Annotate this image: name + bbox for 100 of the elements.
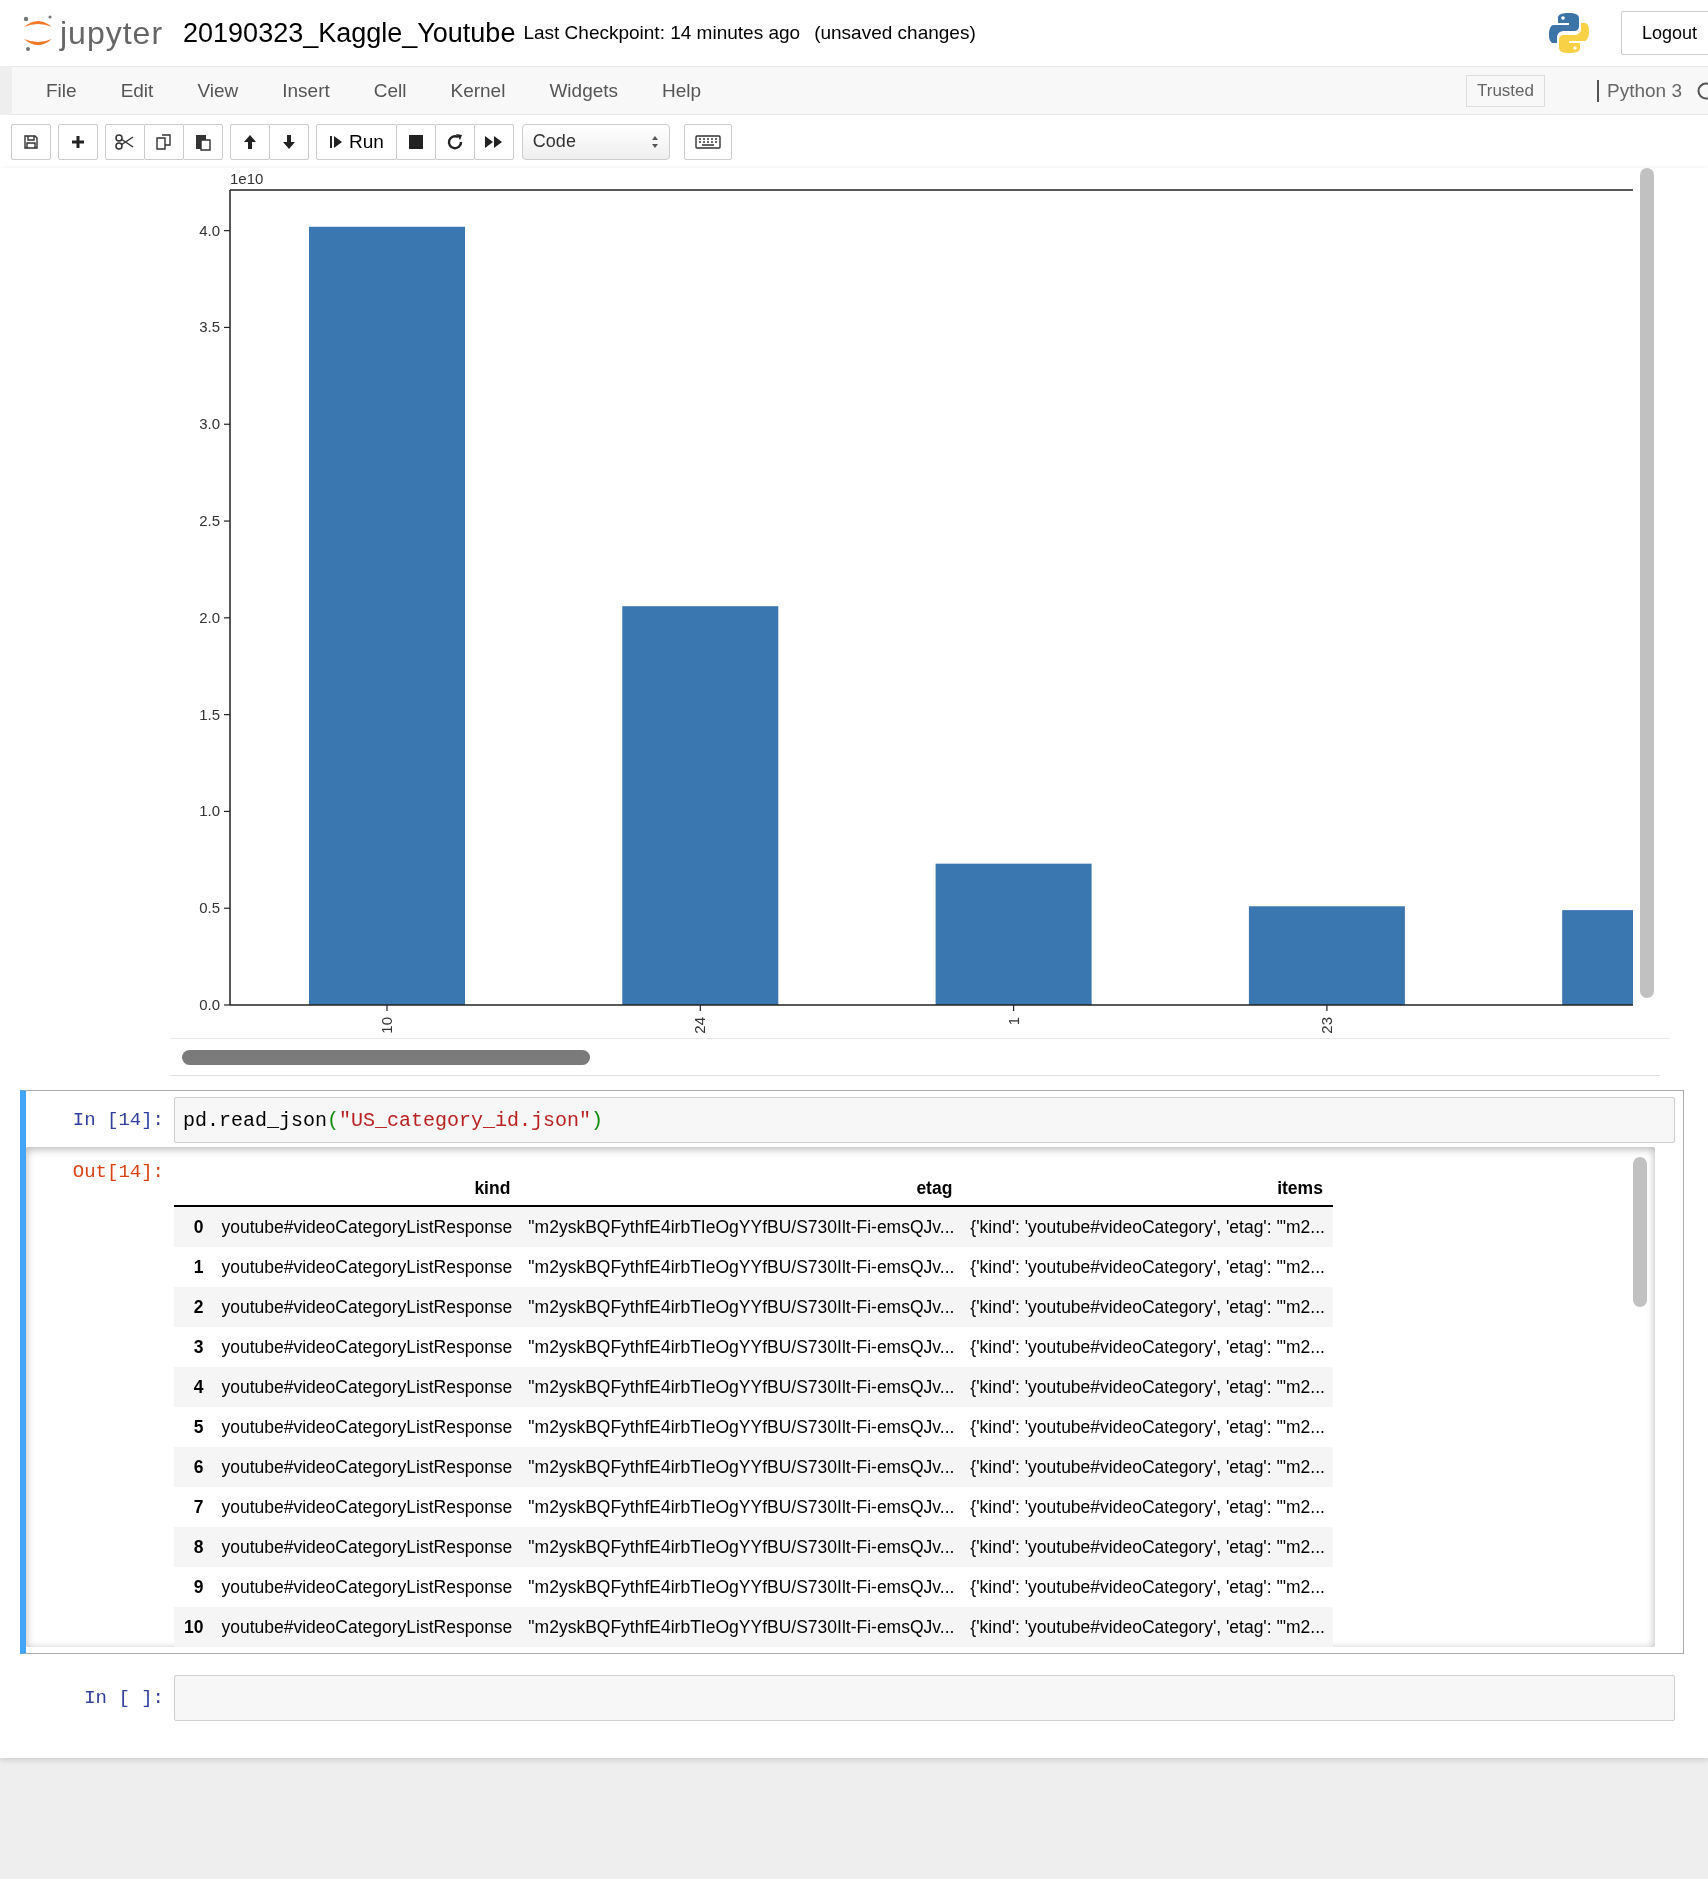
run-button[interactable]: Run <box>316 123 397 160</box>
table-cell: youtube#videoCategoryListResponse <box>213 1407 521 1447</box>
save-status: (unsaved changes) <box>814 22 976 44</box>
table-cell: youtube#videoCategoryListResponse <box>213 1487 521 1527</box>
code-cell[interactable]: In [ ]: <box>20 1668 1684 1728</box>
y-tick-label: 3.0 <box>199 415 220 433</box>
y-tick-label: 1.5 <box>199 705 220 723</box>
paste-button[interactable] <box>183 123 223 160</box>
table-cell: {'kind': 'youtube#videoCategory', 'etag': '"m2... <box>962 1607 1333 1647</box>
code-input[interactable]: pd.read_json("US_category_id.json") <box>174 1097 1675 1143</box>
table-cell: youtube#videoCategoryListResponse <box>213 1206 521 1247</box>
table-cell: "m2yskBQFythfE4irbTIeOgYYfBU/S730Ilt-Fi-emsQJv... <box>520 1287 963 1327</box>
row-index: 0 <box>174 1206 214 1247</box>
table-cell: "m2yskBQFythfE4irbTIeOgYYfBU/S730Ilt-Fi-emsQJv... <box>520 1327 963 1367</box>
kernel-name[interactable]: Python 3 <box>1597 79 1682 102</box>
table-cell: youtube#videoCategoryListResponse <box>213 1527 521 1567</box>
scrollbar[interactable] <box>182 1049 590 1065</box>
y-tick-label: 0.0 <box>199 996 220 1013</box>
scissors-icon <box>115 133 135 150</box>
clipboard-icon <box>194 132 212 151</box>
save-button[interactable] <box>11 123 51 160</box>
table-cell: youtube#videoCategoryListResponse <box>213 1327 521 1367</box>
restart-button[interactable] <box>434 123 475 160</box>
axis-offset-text: 1e10 <box>230 170 264 187</box>
table-cell: "m2yskBQFythfE4irbTIeOgYYfBU/S730Ilt-Fi-emsQJv... <box>520 1447 963 1487</box>
x-tick-label: 10 <box>378 1017 395 1034</box>
trusted-indicator[interactable]: Trusted <box>1466 74 1545 107</box>
arrow-down-icon <box>281 132 297 151</box>
x-tick-label: 23 <box>1317 1017 1335 1034</box>
menu-item[interactable]: Widgets <box>527 79 641 102</box>
notebook-name[interactable]: 20190323_Kaggle_Youtube <box>183 17 516 49</box>
cut-button[interactable] <box>105 123 145 160</box>
keyboard-button[interactable] <box>683 123 732 160</box>
table-cell: youtube#videoCategoryListResponse <box>213 1567 521 1607</box>
scrollbar[interactable] <box>1633 1157 1647 1307</box>
table-cell: "m2yskBQFythfE4irbTIeOgYYfBU/S730Ilt-Fi-emsQJv... <box>520 1247 963 1287</box>
code-input[interactable] <box>174 1675 1675 1721</box>
row-index: 9 <box>174 1567 214 1607</box>
table-cell: {'kind': 'youtube#videoCategory', 'etag': '"m2... <box>962 1407 1333 1447</box>
y-tick-label: 3.5 <box>199 318 220 336</box>
table-cell: youtube#videoCategoryListResponse <box>213 1607 521 1647</box>
table-cell: {'kind': 'youtube#videoCategory', 'etag': '"m2... <box>962 1247 1333 1287</box>
code-cell[interactable] <box>20 1090 1684 1654</box>
table-cell: {'kind': 'youtube#videoCategory', 'etag': '"m2... <box>962 1367 1333 1407</box>
menu-item[interactable]: Kernel <box>428 79 528 102</box>
menu-item[interactable]: Cell <box>351 79 429 102</box>
scrollbar[interactable] <box>1640 168 1654 998</box>
table-cell: {'kind': 'youtube#videoCategory', 'etag': '"m2... <box>962 1567 1333 1607</box>
table-cell: "m2yskBQFythfE4irbTIeOgYYfBU/S730Ilt-Fi-emsQJv... <box>520 1487 963 1527</box>
cell-type-dropdown[interactable]: Code <box>521 123 670 160</box>
table-cell: youtube#videoCategoryListResponse <box>213 1247 521 1287</box>
kernel-idle-icon <box>1696 80 1708 101</box>
table-cell: "m2yskBQFythfE4irbTIeOgYYfBU/S730Ilt-Fi-emsQJv... <box>520 1567 963 1607</box>
table-cell: youtube#videoCategoryListResponse <box>213 1447 521 1487</box>
code-line: pd.read_json("US_category_id.json") <box>183 1108 604 1132</box>
move-down-button[interactable] <box>269 123 309 160</box>
fast-forward-button[interactable] <box>473 123 514 160</box>
menu-item[interactable]: File <box>24 79 99 102</box>
table-cell: {'kind': 'youtube#videoCategory', 'etag': '"m2... <box>962 1206 1333 1247</box>
table-cell: {'kind': 'youtube#videoCategory', 'etag': '"m2... <box>962 1527 1333 1567</box>
table-cell: youtube#videoCategoryListResponse <box>213 1367 521 1407</box>
table-cell: youtube#videoCategoryListResponse <box>213 1287 521 1327</box>
row-index: 4 <box>174 1367 214 1407</box>
square-stop-icon <box>407 133 424 150</box>
input-prompt: In [ ]: <box>83 1686 165 1711</box>
row-index: 2 <box>174 1287 214 1327</box>
checkpoint-text: Last Checkpoint: 14 minutes ago <box>523 22 801 44</box>
output-prompt: Out[14]: <box>71 1160 165 1185</box>
move-up-button[interactable] <box>230 123 270 160</box>
table-cell: {'kind': 'youtube#videoCategory', 'etag': '"m2... <box>962 1447 1333 1487</box>
plus-icon <box>70 133 86 150</box>
row-index: 3 <box>174 1327 214 1367</box>
restart-icon <box>445 132 464 151</box>
table-cell: {'kind': 'youtube#videoCategory', 'etag': '"m2... <box>962 1487 1333 1527</box>
table-cell: "m2yskBQFythfE4irbTIeOgYYfBU/S730Ilt-Fi-emsQJv... <box>520 1607 963 1647</box>
row-index: 1 <box>174 1247 214 1287</box>
y-tick-label: 0.5 <box>199 899 220 917</box>
menu-item[interactable]: Help <box>640 79 724 102</box>
jupyter-wordmark[interactable]: jupyter <box>60 14 164 52</box>
table-cell: {'kind': 'youtube#videoCategory', 'etag': '"m2... <box>962 1327 1333 1367</box>
fast-forward-icon <box>483 133 504 150</box>
add-cell-button[interactable] <box>58 123 98 160</box>
copy-button[interactable] <box>144 123 184 160</box>
menu-item[interactable]: View <box>175 79 261 102</box>
table-cell: "m2yskBQFythfE4irbTIeOgYYfBU/S730Ilt-Fi-emsQJv... <box>520 1407 963 1447</box>
input-prompt: In [14]: <box>71 1108 165 1133</box>
python-logo-icon <box>1546 11 1591 55</box>
stop-button[interactable] <box>395 123 436 160</box>
row-index: 5 <box>174 1407 214 1447</box>
x-tick-label: 24 <box>691 1017 709 1034</box>
table-cell: "m2yskBQFythfE4irbTIeOgYYfBU/S730Ilt-Fi-emsQJv... <box>520 1206 963 1247</box>
y-tick-label: 2.0 <box>199 608 220 626</box>
table-cell: "m2yskBQFythfE4irbTIeOgYYfBU/S730Ilt-Fi-emsQJv... <box>520 1527 963 1567</box>
copy-icon <box>155 132 173 151</box>
table-cell: "m2yskBQFythfE4irbTIeOgYYfBU/S730Ilt-Fi-emsQJv... <box>520 1367 963 1407</box>
menu-item[interactable]: Edit <box>98 79 176 102</box>
x-tick-label: 1 <box>1004 1017 1022 1026</box>
row-index: 10 <box>174 1607 214 1647</box>
menu-item[interactable]: Insert <box>260 79 352 102</box>
logout-button[interactable]: Logout <box>1620 11 1708 55</box>
